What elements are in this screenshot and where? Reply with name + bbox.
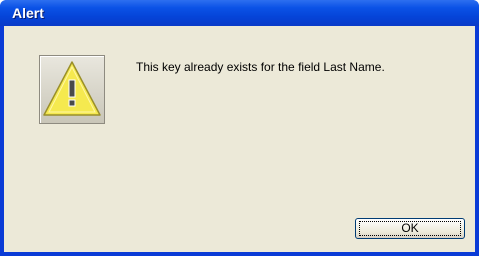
title-bar[interactable]: Alert [0,0,479,26]
ok-button-label: OK [401,221,419,235]
window-title: Alert [12,5,44,21]
warning-icon-frame [39,55,105,124]
alert-dialog: Alert This key already exists for the fi… [0,0,479,256]
ok-button[interactable]: OK [355,218,465,239]
alert-message: This key already exists for the field La… [136,60,385,74]
dialog-content: This key already exists for the field La… [4,26,475,252]
warning-icon [43,61,101,116]
